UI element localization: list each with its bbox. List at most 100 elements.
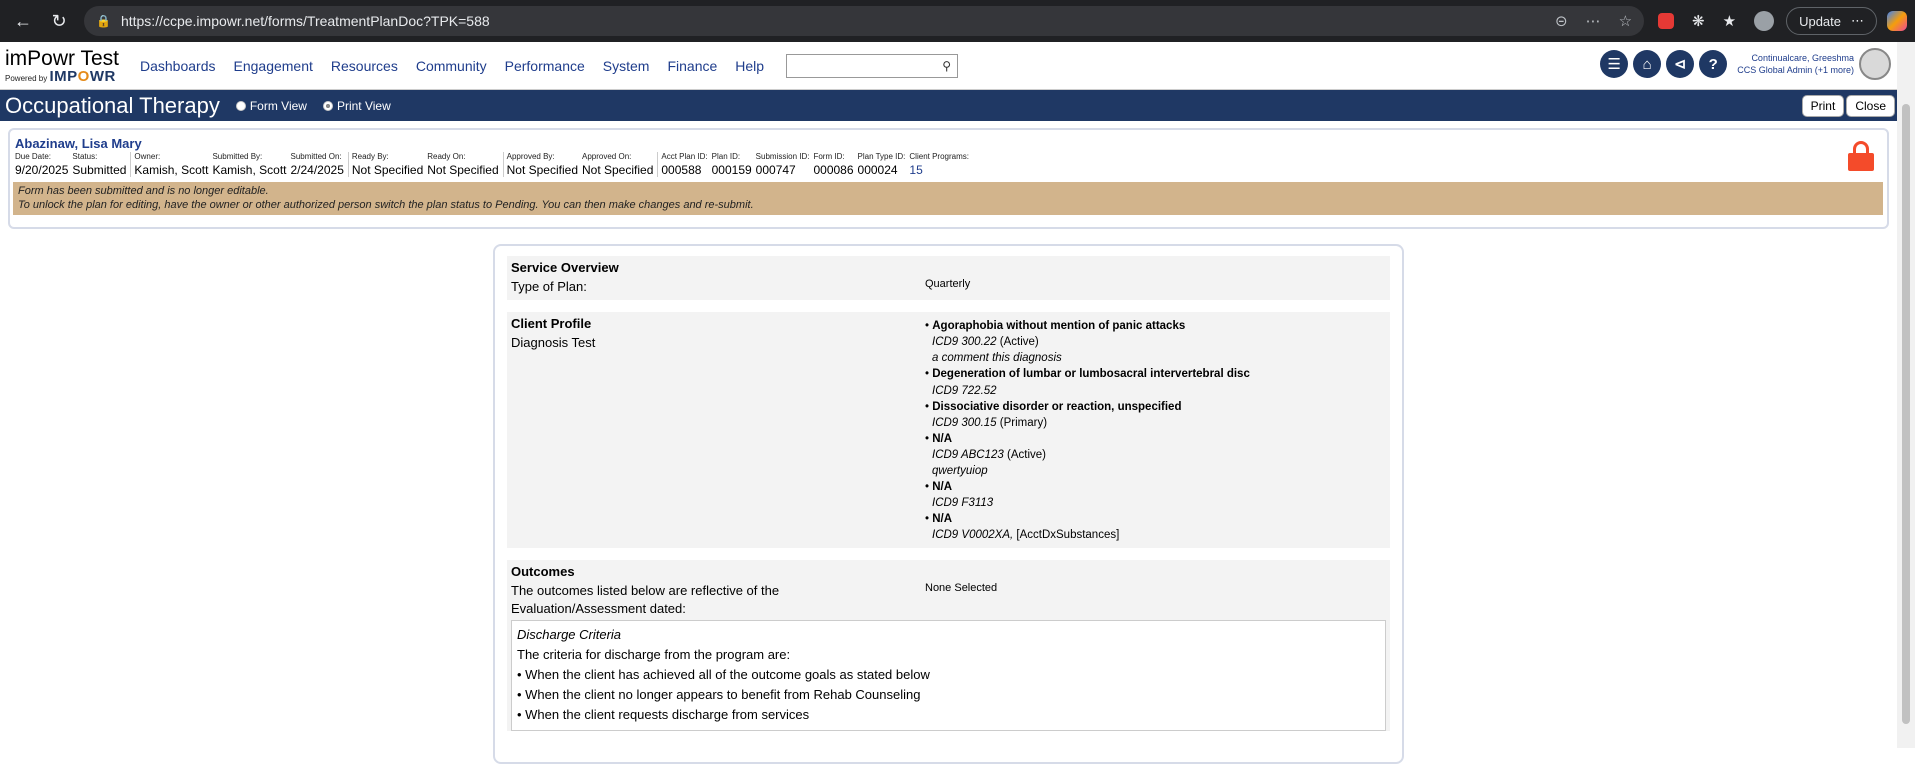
list-item: • Agoraphobia without mention of panic a…: [925, 320, 1186, 365]
ready-on-label: Ready On:: [427, 152, 466, 161]
home-icon[interactable]: ⌂: [1633, 50, 1662, 78]
notice-line-2: To unlock the plan for editing, have the…: [18, 199, 754, 212]
plan-type-id-label: Plan Type ID:: [857, 152, 906, 161]
extensions-puzzle-icon[interactable]: ❋: [1692, 12, 1705, 30]
nav-performance[interactable]: Performance: [505, 58, 585, 74]
address-bar[interactable]: 🔒 https://ccpe.impowr.net/forms/Treatmen…: [84, 6, 1645, 36]
browser-toolbar: ← ↻ 🔒 https://ccpe.impowr.net/forms/Trea…: [0, 0, 1915, 42]
client-programs-label: Client Programs:: [909, 152, 969, 161]
submitted-on-value: 2/24/2025: [290, 163, 344, 177]
search-box: ⚲: [786, 53, 959, 78]
status-label: Status:: [72, 152, 98, 161]
zoom-icon[interactable]: ⊝: [1555, 12, 1568, 30]
ready-by-value: Not Specified: [351, 163, 424, 177]
copilot-icon[interactable]: [1887, 11, 1907, 31]
locked-notice: Form has been submitted and is no longer…: [13, 182, 1883, 215]
more-page-icon[interactable]: ⋯: [1586, 12, 1601, 30]
discharge-criteria-intro: The criteria for discharge from the prog…: [517, 647, 791, 663]
list-item: • Degeneration of lumbar or lumbosacral …: [925, 368, 1250, 397]
nav-help[interactable]: Help: [735, 58, 764, 74]
nav-engagement[interactable]: Engagement: [234, 58, 313, 74]
client-profile-section: Client Profile Diagnosis Test • Agorapho…: [507, 312, 1390, 548]
form-view-radio[interactable]: [235, 100, 246, 111]
user-role: CCS Global Admin (+1 more): [1737, 65, 1854, 75]
avatar[interactable]: [1859, 48, 1891, 80]
acct-plan-id-value: 000588: [661, 163, 702, 177]
form-id-value: 000086: [813, 163, 854, 177]
favorite-star-icon[interactable]: ☆: [1619, 12, 1632, 30]
plan-meta: Due Date: 9/20/2025 Status: Submitted Owne…: [15, 152, 1883, 177]
service-overview-title: Service Overview: [511, 260, 619, 275]
update-label: Update: [1799, 13, 1841, 29]
due-date-value: 9/20/2025: [15, 163, 69, 177]
update-button[interactable]: Update ⋯: [1786, 7, 1877, 35]
list-menu-icon[interactable]: ☰: [1600, 50, 1629, 78]
page-title: Occupational Therapy: [5, 92, 220, 118]
plan-id-value: 000159: [711, 163, 752, 177]
client-name[interactable]: Abazinaw, Lisa Mary: [15, 136, 1883, 151]
status-value: Submitted: [72, 163, 127, 177]
diagnosis-label: Diagnosis Test: [511, 335, 596, 351]
scrollbar[interactable]: [1897, 42, 1915, 748]
submission-id-label: Submission ID:: [755, 152, 810, 161]
profile-icon[interactable]: [1754, 11, 1775, 31]
favorites-icon[interactable]: ★: [1723, 12, 1736, 30]
due-date-label: Due Date:: [15, 152, 52, 161]
ready-on-value: Not Specified: [427, 163, 499, 177]
approved-by-label: Approved By:: [506, 152, 555, 161]
print-view-radio[interactable]: [322, 100, 333, 111]
app-header: imPowr Test Powered by IMPOWR Dashboards…: [0, 42, 1915, 90]
help-icon[interactable]: ?: [1699, 50, 1728, 78]
print-view-option[interactable]: Print View: [322, 98, 391, 113]
form-id-label: Form ID:: [813, 152, 845, 161]
acct-plan-id-label: Acct Plan ID:: [661, 152, 708, 161]
outcomes-value: None Selected: [925, 581, 998, 594]
discharge-criteria-title: Discharge Criteria: [517, 626, 622, 642]
search-icon[interactable]: ⚲: [942, 59, 951, 73]
plan-info-panel: Abazinaw, Lisa Mary Due Date: 9/20/2025 S…: [8, 128, 1889, 229]
nav-system[interactable]: System: [603, 58, 650, 74]
print-view-label: Print View: [336, 98, 391, 113]
list-item: • When the client has achieved all of th…: [517, 667, 930, 683]
print-button[interactable]: Print: [1801, 95, 1845, 117]
submitted-by-label: Submitted By:: [212, 152, 263, 161]
lock-icon: [1847, 141, 1875, 171]
url-text[interactable]: https://ccpe.impowr.net/forms/TreatmentP…: [121, 13, 1555, 29]
ready-by-label: Ready By:: [351, 152, 389, 161]
list-item: • Dissociative disorder or reaction, uns…: [925, 400, 1182, 429]
user-info[interactable]: Continualcare, Greeshma CCS Global Admin…: [1737, 52, 1854, 76]
diagnosis-list: • Agoraphobia without mention of panic a…: [925, 318, 1386, 543]
nav-resources[interactable]: Resources: [331, 58, 398, 74]
reload-icon[interactable]: ↻: [44, 6, 74, 36]
service-overview-section: Service Overview Type of Plan: Quarterly: [507, 256, 1390, 301]
outcomes-title: Outcomes: [511, 563, 575, 579]
site-info-icon[interactable]: 🔒: [96, 14, 111, 28]
extension-red-icon[interactable]: [1658, 13, 1675, 29]
list-item: • N/A ICD9 V0002XA, [AcctDxSubstances]: [925, 513, 1120, 542]
plan-type-id-value: 000024: [857, 163, 898, 177]
close-button[interactable]: Close: [1846, 95, 1895, 117]
logo[interactable]: imPowr Test Powered by IMPOWR: [0, 48, 132, 84]
notice-line-1: Form has been submitted and is no longer…: [18, 185, 269, 197]
scrollbar-thumb[interactable]: [1902, 104, 1910, 724]
submission-id-value: 000747: [755, 163, 796, 177]
nav-finance[interactable]: Finance: [667, 58, 717, 74]
approved-on-value: Not Specified: [582, 163, 654, 177]
form-view-label: Form View: [249, 98, 307, 113]
logo-powered-by: Powered by IMPOWR: [5, 67, 116, 85]
outcomes-label: The outcomes listed below are reflective…: [511, 582, 780, 616]
share-icon[interactable]: ⊲: [1666, 50, 1695, 78]
main-nav: Dashboards Engagement Resources Communit…: [140, 58, 764, 74]
client-programs-link[interactable]: 15: [909, 163, 969, 177]
form-view-option[interactable]: Form View: [235, 98, 307, 113]
document-body: Service Overview Type of Plan: Quarterly…: [493, 244, 1404, 764]
outcomes-section: Outcomes The outcomes listed below are r…: [507, 559, 1390, 731]
back-icon[interactable]: ←: [8, 6, 38, 36]
type-of-plan-label: Type of Plan:: [511, 279, 587, 294]
nav-community[interactable]: Community: [416, 58, 487, 74]
submitted-on-label: Submitted On:: [290, 152, 342, 161]
list-item: • N/A ICD9 F3113: [925, 481, 994, 510]
plan-id-label: Plan ID:: [711, 152, 741, 161]
nav-dashboards[interactable]: Dashboards: [140, 58, 216, 74]
search-input[interactable]: [787, 55, 943, 76]
